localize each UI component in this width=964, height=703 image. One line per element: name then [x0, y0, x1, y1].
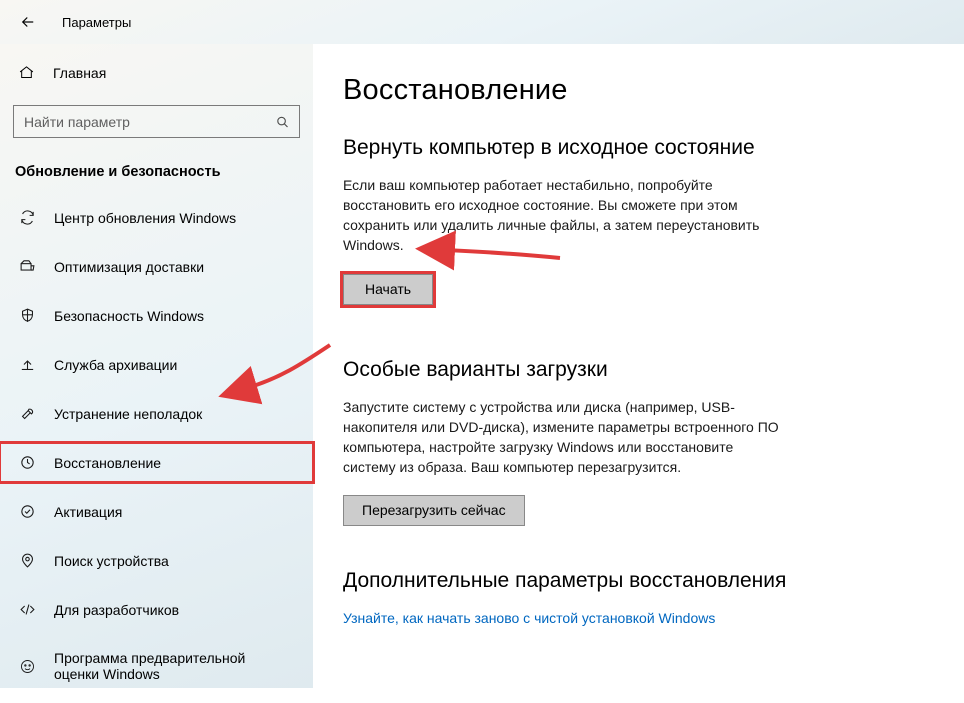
sidebar-home[interactable]: Главная: [13, 58, 300, 87]
sidebar-item-label: Активация: [54, 504, 122, 520]
section-reset-text: Если ваш компьютер работает нестабильно,…: [343, 176, 783, 256]
section-reset-title: Вернуть компьютер в исходное состояние: [343, 135, 934, 160]
insider-icon: [18, 658, 36, 675]
section-advanced-startup-title: Особые варианты загрузки: [343, 357, 934, 382]
back-button[interactable]: [6, 0, 50, 44]
sidebar-item-label: Устранение неполадок: [54, 406, 202, 422]
window-title: Параметры: [50, 15, 131, 30]
sidebar-item-activation[interactable]: Активация: [13, 492, 300, 531]
sidebar-item-label: Служба архивации: [54, 357, 177, 373]
sidebar-item-recovery[interactable]: Восстановление: [0, 443, 313, 482]
restart-now-button[interactable]: Перезагрузить сейчас: [343, 495, 525, 526]
search-icon: [275, 114, 290, 129]
sidebar-category: Обновление и безопасность: [15, 164, 300, 180]
shield-icon: [18, 307, 36, 324]
sidebar-item-label: Программа предварительной оценки Windows: [54, 650, 264, 682]
content: Восстановление Вернуть компьютер в исход…: [313, 44, 964, 688]
search-input[interactable]: [13, 105, 300, 138]
sync-icon: [18, 209, 36, 226]
titlebar: Параметры: [0, 0, 964, 44]
delivery-icon: [18, 258, 36, 275]
sidebar-item-windows-security[interactable]: Безопасность Windows: [13, 296, 300, 335]
sidebar-item-label: Безопасность Windows: [54, 308, 204, 324]
sidebar-item-label: Для разработчиков: [54, 602, 179, 618]
page-title: Восстановление: [343, 74, 934, 107]
sidebar: Главная Обновление и безопасность: [0, 44, 313, 688]
fresh-start-link[interactable]: Узнайте, как начать заново с чистой уста…: [343, 610, 715, 626]
section-more-recovery-title: Дополнительные параметры восстановления: [343, 568, 934, 593]
troubleshoot-icon: [18, 405, 36, 422]
sidebar-item-backup[interactable]: Служба архивации: [13, 345, 300, 384]
recovery-icon: [18, 454, 36, 471]
reset-pc-button[interactable]: Начать: [343, 274, 433, 305]
sidebar-home-label: Главная: [53, 65, 106, 81]
section-advanced-startup-text: Запустите систему с устройства или диска…: [343, 398, 783, 478]
search-box[interactable]: [13, 105, 300, 138]
backup-icon: [18, 356, 36, 373]
sidebar-nav: Центр обновления Windows Оптимизация дос…: [13, 198, 300, 703]
sidebar-item-for-developers[interactable]: Для разработчиков: [13, 590, 300, 629]
sidebar-item-label: Восстановление: [54, 455, 161, 471]
sidebar-item-delivery-optimization[interactable]: Оптимизация доставки: [13, 247, 300, 286]
sidebar-item-label: Поиск устройства: [54, 553, 169, 569]
sidebar-item-find-my-device[interactable]: Поиск устройства: [13, 541, 300, 580]
activation-icon: [18, 503, 36, 520]
home-icon: [18, 64, 35, 81]
sidebar-item-label: Центр обновления Windows: [54, 210, 236, 226]
sidebar-item-windows-update[interactable]: Центр обновления Windows: [13, 198, 300, 237]
find-device-icon: [18, 552, 36, 569]
developer-icon: [18, 601, 36, 618]
sidebar-item-label: Оптимизация доставки: [54, 259, 204, 275]
sidebar-item-windows-insider[interactable]: Программа предварительной оценки Windows: [13, 639, 300, 693]
arrow-left-icon: [19, 13, 37, 31]
sidebar-item-troubleshoot[interactable]: Устранение неполадок: [13, 394, 300, 433]
